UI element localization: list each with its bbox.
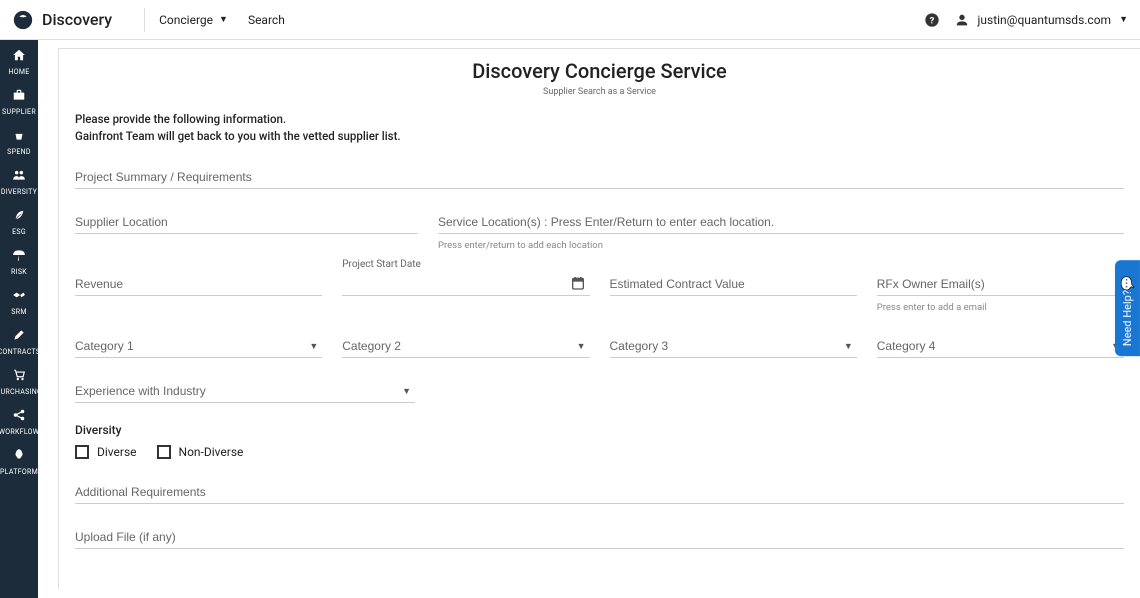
sidebar-item-platform[interactable]: PLATFORM bbox=[0, 448, 38, 476]
upload-file-input[interactable] bbox=[75, 524, 1124, 549]
sidebar-item-label: WORKFLOW bbox=[0, 428, 39, 436]
revenue-input[interactable] bbox=[75, 271, 322, 296]
rfx-owner-hint: Press enter to add a email bbox=[877, 302, 1124, 313]
nav-search-label: Search bbox=[248, 13, 285, 27]
category3-select[interactable] bbox=[610, 333, 857, 358]
service-locations-hint: Press enter/return to add each location bbox=[438, 240, 1124, 251]
chevron-down-icon: ▼ bbox=[219, 14, 228, 25]
sidebar-item-label: CONTRACTS bbox=[0, 348, 40, 356]
category1-select[interactable] bbox=[75, 333, 322, 358]
leaf-icon bbox=[12, 208, 26, 226]
share-icon bbox=[12, 408, 26, 426]
intro-line1: Please provide the following information… bbox=[75, 111, 1124, 128]
home-icon bbox=[12, 48, 26, 66]
separator bbox=[144, 8, 145, 32]
sidebar-item-label: PLATFORM bbox=[0, 468, 38, 476]
sidebar-item-purchasing[interactable]: PURCHASING bbox=[0, 368, 42, 396]
nav-concierge-label: Concierge bbox=[159, 13, 213, 27]
contract-value-input[interactable] bbox=[610, 271, 857, 296]
supplier-location-input[interactable] bbox=[75, 209, 418, 234]
cart-icon bbox=[12, 368, 26, 386]
topbar: Discovery Concierge ▼ Search ? justin@qu… bbox=[0, 0, 1140, 40]
sidebar-item-label: PURCHASING bbox=[0, 388, 42, 396]
sidebar-item-label: SRM bbox=[11, 308, 26, 316]
pen-icon bbox=[12, 328, 26, 346]
sidebar-item-contracts[interactable]: CONTRACTS bbox=[0, 328, 40, 356]
rocket-icon bbox=[12, 448, 26, 466]
project-start-date-input[interactable] bbox=[342, 271, 589, 296]
page-title: Discovery Concierge Service bbox=[75, 59, 1124, 83]
sidebar-item-label: HOME bbox=[8, 68, 29, 76]
briefcase-icon bbox=[12, 88, 26, 106]
page-subtitle: Supplier Search as a Service bbox=[75, 87, 1124, 97]
category4-select[interactable] bbox=[877, 333, 1124, 358]
category2-select[interactable] bbox=[342, 333, 589, 358]
sidebar-item-home[interactable]: HOME bbox=[8, 48, 29, 76]
umbrella-icon bbox=[12, 248, 26, 266]
additional-requirements-input[interactable] bbox=[75, 479, 1124, 504]
nondiverse-checkbox[interactable] bbox=[157, 445, 171, 459]
project-start-label: Project Start Date bbox=[342, 259, 421, 270]
experience-select[interactable] bbox=[75, 378, 415, 403]
people-icon bbox=[12, 168, 26, 186]
app-title: Discovery bbox=[42, 10, 112, 29]
nondiverse-checkbox-item: Non-Diverse bbox=[157, 445, 244, 459]
diverse-checkbox[interactable] bbox=[75, 445, 89, 459]
chevron-down-icon: ▼ bbox=[1119, 14, 1128, 25]
sidebar-item-spend[interactable]: SPEND bbox=[7, 128, 31, 156]
sidebar-item-diversity[interactable]: DIVERSITY bbox=[1, 168, 37, 196]
service-locations-input[interactable] bbox=[438, 209, 1124, 234]
user-icon bbox=[954, 12, 970, 28]
sidebar-item-label: ESG bbox=[12, 228, 26, 236]
need-help-button[interactable]: Need Help? 💬 bbox=[1115, 260, 1140, 356]
intro-line2: Gainfront Team will get back to you with… bbox=[75, 128, 1124, 145]
spend-icon bbox=[12, 128, 26, 146]
rfx-owner-input[interactable] bbox=[877, 271, 1124, 296]
sidebar-item-workflow[interactable]: WORKFLOW bbox=[0, 408, 39, 436]
intro-text: Please provide the following information… bbox=[75, 111, 1124, 146]
need-help-label: Need Help? bbox=[1121, 290, 1134, 346]
sidebar-item-label: RISK bbox=[11, 268, 27, 276]
nav-concierge[interactable]: Concierge ▼ bbox=[159, 13, 228, 27]
svg-text:?: ? bbox=[929, 15, 934, 26]
user-menu[interactable]: justin@quantumsds.com ▼ bbox=[954, 12, 1128, 28]
chat-icon: 💬 bbox=[1121, 276, 1135, 291]
help-icon[interactable]: ? bbox=[924, 12, 940, 28]
sidebar-item-label: SPEND bbox=[7, 148, 31, 156]
app-logo-icon bbox=[12, 9, 34, 31]
sidebar-item-label: SUPPLIER bbox=[2, 108, 36, 116]
sidebar-item-srm[interactable]: SRM bbox=[11, 288, 26, 316]
main-content: Discovery Concierge Service Supplier Sea… bbox=[38, 40, 1140, 598]
diversity-label: Diversity bbox=[75, 423, 1124, 437]
handshake-icon bbox=[12, 288, 26, 306]
nav-search[interactable]: Search bbox=[248, 13, 285, 27]
chevron-down-icon: ▼ bbox=[402, 386, 411, 397]
sidebar-item-supplier[interactable]: SUPPLIER bbox=[2, 88, 36, 116]
project-summary-input[interactable] bbox=[75, 164, 1124, 189]
nondiverse-label: Non-Diverse bbox=[179, 445, 244, 459]
sidebar: HOME SUPPLIER SPEND DIVERSITY ESG RISK S… bbox=[0, 40, 38, 598]
sidebar-item-risk[interactable]: RISK bbox=[11, 248, 27, 276]
user-email: justin@quantumsds.com bbox=[978, 13, 1112, 27]
diverse-label: Diverse bbox=[97, 445, 137, 459]
diverse-checkbox-item: Diverse bbox=[75, 445, 137, 459]
sidebar-item-esg[interactable]: ESG bbox=[12, 208, 26, 236]
sidebar-item-label: DIVERSITY bbox=[1, 188, 37, 196]
